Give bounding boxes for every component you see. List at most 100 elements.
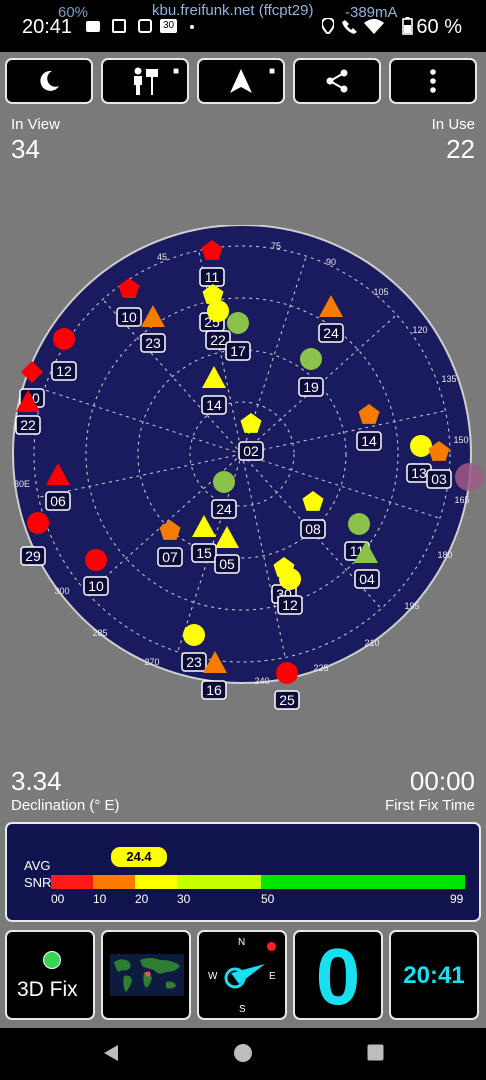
in-use-value: 22 (446, 134, 475, 164)
satellite-circle (213, 471, 235, 493)
sky-plot[interactable]: 45 75 90 105 120 135 150 165 180 195 210 225 240 270 2… (0, 225, 486, 715)
azimuth-label: 210 (364, 638, 379, 648)
satellite-circle (227, 312, 249, 334)
satellite-label: 06 (50, 493, 66, 509)
azimuth-label: 135 (441, 374, 456, 384)
satellite-label: 16 (206, 682, 222, 698)
dot-icon (190, 25, 194, 29)
azimuth-label: 180 (437, 550, 452, 560)
host-info-text: kbu.freifunk.net (ffcpt29) (152, 2, 314, 19)
scale-00: 00 (51, 892, 65, 906)
satellite-label: 04 (359, 571, 375, 587)
satellites-used-tile[interactable]: 0 (293, 930, 383, 1020)
share-button[interactable] (293, 58, 381, 104)
night-mode-button[interactable] (5, 58, 93, 104)
share-icon (326, 69, 348, 93)
satellite-label: 24 (323, 325, 339, 341)
satellite-label: 02 (243, 443, 259, 459)
lock-icon: ■ (268, 66, 275, 77)
person-sign-icon (134, 67, 158, 95)
azimuth-label: 30E (14, 479, 30, 489)
azimuth-label: 270 (144, 657, 159, 667)
app-icon (138, 19, 152, 33)
fix-label: 3D Fix (17, 978, 78, 1001)
moon-icon (40, 70, 59, 91)
satellite-label: 12 (56, 363, 72, 379)
drag-handle[interactable] (455, 463, 483, 491)
navigation-bar (0, 1028, 486, 1080)
satellite-label: 17 (230, 343, 246, 359)
location-icon (322, 18, 334, 34)
satellite-label: 22 (210, 332, 226, 348)
satellite-label: 10 (121, 309, 137, 325)
satellite-label: 13 (411, 465, 427, 481)
fix-status-dot (43, 951, 61, 969)
satellite-label: 23 (186, 654, 202, 670)
scale-10: 10 (93, 892, 107, 906)
first-fix-label: First Fix Time (385, 797, 475, 814)
in-view-value: 34 (11, 134, 40, 164)
fix-tile[interactable]: 3D Fix (5, 930, 95, 1020)
satellite-circle (276, 662, 298, 684)
snr-label: SNR (24, 875, 52, 890)
satellite-label: 22 (20, 417, 36, 433)
satellite-circle (207, 300, 229, 322)
satellite-label: 15 (196, 545, 212, 561)
compass-needle-icon (224, 964, 265, 989)
status-bar: 60% kbu.freifunk.net (ffcpt29) -389mA 20… (0, 0, 486, 52)
home-icon[interactable] (233, 1043, 253, 1063)
back-icon[interactable] (102, 1044, 120, 1062)
azimuth-label: 240 (254, 676, 269, 686)
compass-tile[interactable]: N E S W (197, 930, 287, 1020)
world-map-icon (110, 954, 184, 996)
azimuth-label: 300 (54, 586, 69, 596)
azimuth-label: 120 (412, 325, 427, 335)
satellite-label: 11 (205, 269, 220, 285)
azimuth-label: 165 (454, 495, 469, 505)
scale-30: 30 (177, 892, 191, 906)
message-icon (86, 21, 100, 32)
compass-letter-e: E (269, 971, 276, 982)
wifi-icon (364, 19, 384, 34)
scale-50: 50 (261, 892, 275, 906)
compass-letter-s: S (239, 1004, 246, 1015)
satellite-label: 14 (206, 397, 222, 413)
azimuth-label: 150 (453, 435, 468, 445)
recents-icon[interactable] (367, 1044, 384, 1061)
avg-label: AVG (24, 858, 51, 873)
satellite-label: 19 (303, 379, 319, 395)
map-guide-button[interactable]: ■ (101, 58, 189, 104)
satellite-label: 24 (216, 501, 232, 517)
wifi-calling-icon (342, 20, 357, 34)
satellite-label: 08 (305, 521, 321, 537)
satellite-circle (300, 348, 322, 370)
clock-tile[interactable]: 20:41 (389, 930, 479, 1020)
azimuth-label: 195 (404, 601, 419, 611)
calendar-icon (112, 19, 126, 33)
satellite-label: 07 (162, 549, 178, 565)
satellite-marker[interactable]: 25 (274, 662, 300, 710)
satellite-label: 14 (361, 433, 377, 449)
map-tile[interactable] (101, 930, 191, 1020)
lock-icon: ■ (172, 66, 179, 77)
satellite-circle (183, 624, 205, 646)
menu-button[interactable] (389, 58, 477, 104)
satellite-circle (410, 435, 432, 457)
scale-20: 20 (135, 892, 149, 906)
battery-percent: 60 % (416, 16, 462, 38)
status-time: 20:41 (22, 16, 73, 38)
satellite-label: 29 (25, 548, 41, 564)
satellite-circle (27, 512, 49, 534)
scale-99: 99 (450, 892, 464, 906)
satellite-circle (279, 568, 301, 590)
satellite-circle (348, 513, 370, 535)
satellite-label: 12 (282, 597, 298, 613)
azimuth-label: 45 (157, 252, 167, 262)
declination-label: Declination (° E) (11, 797, 120, 814)
satellite-label: 23 (145, 335, 161, 351)
snr-bar (51, 875, 465, 889)
satellite-circle (53, 328, 75, 350)
navigation-arrow-icon (230, 69, 252, 93)
navigate-button[interactable]: ■ (197, 58, 285, 104)
in-view-label: In View (11, 116, 60, 133)
